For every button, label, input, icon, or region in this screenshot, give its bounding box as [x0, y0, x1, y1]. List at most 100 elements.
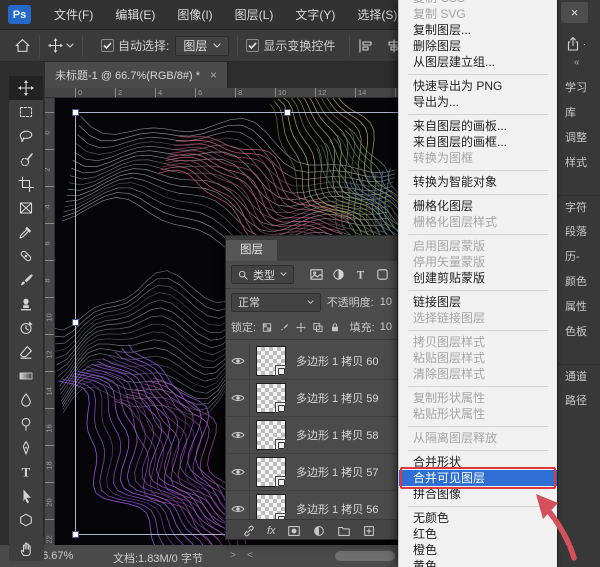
context-menu-item[interactable]: 复制形状属性: [399, 390, 557, 406]
filter-shape-layers-icon[interactable]: [375, 267, 390, 282]
menu-item[interactable]: 图像(I): [166, 0, 223, 30]
panel-tab[interactable]: 样式: [558, 151, 600, 176]
transform-handle-middle-left[interactable]: [72, 319, 79, 326]
transform-handle-top-left[interactable]: [72, 109, 79, 116]
status-chevron-left-icon[interactable]: <: [247, 550, 253, 561]
tool-frame[interactable]: [9, 196, 43, 220]
tool-quick-selection[interactable]: [9, 148, 43, 172]
layer-name[interactable]: 多边形 1 拷贝 57: [296, 464, 379, 480]
tool-clone-stamp[interactable]: [9, 292, 43, 316]
dock-collapse-icon[interactable]: «: [574, 57, 580, 68]
tool-brush[interactable]: [9, 268, 43, 292]
context-menu-item[interactable]: 合并可见图层: [399, 470, 557, 486]
context-menu-item[interactable]: 粘贴形状属性: [399, 406, 557, 422]
layer-row[interactable]: 多边形 1 拷贝 58: [226, 417, 397, 454]
layer-thumbnail[interactable]: [256, 420, 286, 450]
layers-tab[interactable]: 图层: [226, 240, 277, 261]
layer-row[interactable]: 多边形 1 拷贝 60: [226, 343, 397, 380]
move-tool-preset-icon[interactable]: [48, 38, 63, 53]
context-menu-item[interactable]: 从隔离图层释放: [399, 430, 557, 446]
tool-move[interactable]: [9, 76, 43, 100]
tool-type[interactable]: T: [9, 460, 43, 484]
tool-shape[interactable]: [9, 508, 43, 532]
panel-tab[interactable]: 调整: [558, 126, 600, 151]
context-menu-item[interactable]: 删除图层: [399, 38, 557, 54]
auto-select-target-dropdown[interactable]: 图层: [175, 36, 229, 56]
show-transform-checkbox[interactable]: [246, 39, 259, 52]
context-menu-item[interactable]: 红色: [399, 526, 557, 542]
visibility-toggle[interactable]: [226, 380, 250, 416]
tool-gradient[interactable]: [9, 364, 43, 388]
context-menu-item[interactable]: 从图层建立组...: [399, 54, 557, 70]
context-menu-item[interactable]: 橙色: [399, 542, 557, 558]
panel-tab[interactable]: 学习: [558, 76, 600, 101]
blend-mode-dropdown[interactable]: 正常: [231, 293, 321, 312]
tool-history-brush[interactable]: [9, 316, 43, 340]
layer-name[interactable]: 多边形 1 拷贝 58: [296, 427, 379, 443]
layer-name[interactable]: 多边形 1 拷贝 59: [296, 390, 379, 406]
filter-type-layers-icon[interactable]: T: [353, 267, 368, 282]
context-menu-item[interactable]: 选择链接图层: [399, 310, 557, 326]
layer-thumbnail[interactable]: [256, 346, 286, 376]
tool-path-selection[interactable]: [9, 484, 43, 508]
context-menu-item[interactable]: 清除图层样式: [399, 366, 557, 382]
panel-tab[interactable]: 属性: [558, 295, 600, 320]
context-menu-item[interactable]: 无颜色: [399, 510, 557, 526]
layer-style-fx-icon[interactable]: fx: [267, 525, 276, 537]
context-menu-item[interactable]: 来自图层的画板...: [399, 118, 557, 134]
tool-crop[interactable]: [9, 172, 43, 196]
tool-lasso[interactable]: [9, 124, 43, 148]
filter-adjustment-layers-icon[interactable]: [331, 267, 346, 282]
context-menu-item[interactable]: 栅格化图层: [399, 198, 557, 214]
context-menu-item[interactable]: 导出为...: [399, 94, 557, 110]
context-menu-item[interactable]: 链接图层: [399, 294, 557, 310]
transform-handle-top-center[interactable]: [284, 109, 291, 116]
tool-eraser[interactable]: [9, 340, 43, 364]
panel-tab[interactable]: 色板: [558, 320, 600, 345]
layer-thumbnail[interactable]: [256, 457, 286, 487]
lock-transparency-icon[interactable]: [261, 321, 273, 334]
auto-select-checkbox[interactable]: [101, 39, 114, 52]
scrollbar-thumb[interactable]: [335, 551, 395, 561]
context-menu-item[interactable]: 复制图层...: [399, 22, 557, 38]
context-menu-item[interactable]: 来自图层的画框...: [399, 134, 557, 150]
visibility-toggle[interactable]: [226, 417, 250, 453]
menu-item[interactable]: 文件(F): [43, 0, 104, 30]
menu-item[interactable]: 文字(Y): [284, 0, 346, 30]
context-menu-item[interactable]: 转换为智能对象: [399, 174, 557, 190]
context-menu-item[interactable]: 粘贴图层样式: [399, 350, 557, 366]
lock-artboard-icon[interactable]: [312, 321, 324, 334]
context-menu-item[interactable]: 启用图层蒙版: [399, 238, 557, 254]
tool-blur[interactable]: [9, 388, 43, 412]
link-layers-icon[interactable]: [242, 524, 256, 538]
lock-position-icon[interactable]: [295, 321, 307, 334]
transform-handle-bottom-left[interactable]: [72, 531, 79, 538]
photoshop-logo[interactable]: Ps: [8, 5, 31, 24]
layer-name[interactable]: 多边形 1 拷贝 60: [296, 353, 379, 369]
tool-rectangular-marquee[interactable]: [9, 100, 43, 124]
context-menu-item[interactable]: 黄色: [399, 558, 557, 567]
layer-row[interactable]: 多边形 1 拷贝 57: [226, 454, 397, 491]
visibility-toggle[interactable]: [226, 343, 250, 379]
panel-tab[interactable]: 通道: [558, 364, 600, 389]
panel-tab[interactable]: 库: [558, 101, 600, 126]
filter-type-dropdown[interactable]: 类型: [231, 265, 294, 284]
panel-tab[interactable]: 历-: [558, 245, 600, 270]
status-chevron-right-icon[interactable]: >: [230, 550, 236, 561]
layer-name[interactable]: 多边形 1 拷贝 56: [296, 501, 379, 517]
document-tab[interactable]: 未标题-1 @ 66.7%(RGB/8#) * ×: [45, 62, 228, 88]
lock-pixels-icon[interactable]: [278, 321, 290, 334]
filter-pixel-layers-icon[interactable]: [309, 267, 324, 282]
visibility-toggle[interactable]: [226, 454, 250, 490]
context-menu-item[interactable]: 停用矢量蒙版: [399, 254, 557, 270]
context-menu-item[interactable]: 创建剪贴蒙版: [399, 270, 557, 286]
new-layer-icon[interactable]: [362, 524, 376, 538]
new-adjustment-layer-icon[interactable]: [312, 524, 326, 538]
opacity-value[interactable]: 10: [380, 296, 392, 308]
context-menu-item[interactable]: 栅格化图层样式: [399, 214, 557, 230]
window-close-button[interactable]: ×: [561, 2, 588, 23]
context-menu-item[interactable]: 合并形状: [399, 454, 557, 470]
tool-dodge[interactable]: [9, 412, 43, 436]
layer-thumbnail[interactable]: [256, 383, 286, 413]
tool-spot-healing[interactable]: [9, 244, 43, 268]
